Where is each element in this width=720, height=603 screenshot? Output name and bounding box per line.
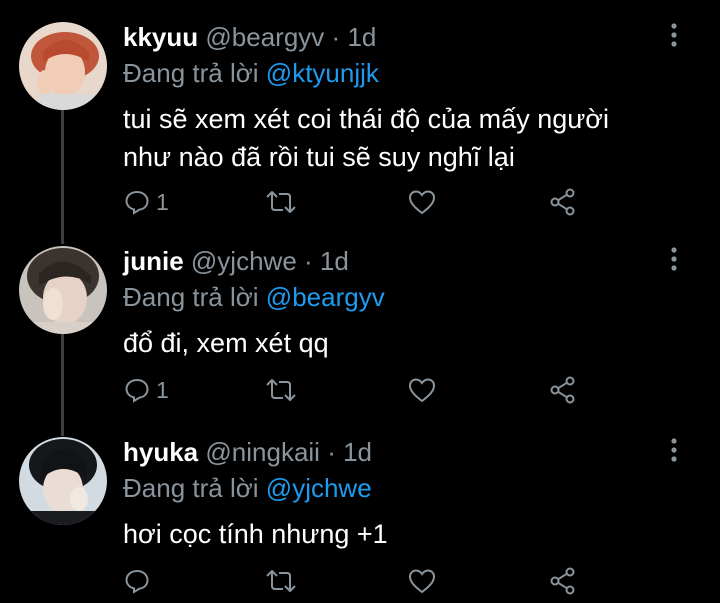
tweet-header: junie @yjchwe · 1d	[123, 246, 349, 276]
more-icon[interactable]	[664, 18, 684, 52]
user-handle[interactable]: @yjchwe	[191, 246, 297, 276]
retweet-button[interactable]	[264, 182, 298, 222]
action-bar: 1	[0, 370, 720, 410]
like-icon	[408, 190, 436, 215]
tweet-text: hơi cọc tính nhưng +1	[123, 515, 683, 553]
reply-mention-link[interactable]: @ktyunjjk	[266, 58, 379, 88]
reply-mention-link[interactable]: @beargyv	[266, 282, 385, 312]
tweet[interactable]: kkyuu @beargyv · 1d Đang trả lời @ktyunj…	[0, 22, 720, 222]
like-button[interactable]	[408, 370, 436, 410]
avatar[interactable]	[19, 22, 107, 110]
share-icon	[550, 567, 575, 595]
reply-count: 1	[156, 376, 169, 403]
like-button[interactable]	[408, 561, 436, 601]
reply-context: Đang trả lời @ktyunjjk	[123, 58, 379, 88]
tweet-text-line: như nào đã rồi tui sẽ suy nghĩ lại	[123, 142, 515, 172]
tweet[interactable]: hyuka @ningkaii · 1d Đang trả lời @yjchw…	[0, 437, 720, 603]
reply-mention-link[interactable]: @yjchwe	[266, 473, 372, 503]
tweet-text-line: hơi cọc tính nhưng +1	[123, 519, 388, 549]
share-icon	[550, 188, 575, 216]
reply-button[interactable]: 1	[124, 370, 169, 410]
retweet-button[interactable]	[264, 370, 298, 410]
tweet-text: tui sẽ xem xét coi thái độ của mấy người…	[123, 100, 683, 176]
separator-dot: ·	[327, 437, 336, 467]
user-handle[interactable]: @beargyv	[205, 22, 324, 52]
action-bar	[0, 561, 720, 601]
reply-count: 1	[156, 188, 169, 215]
retweet-icon	[266, 570, 296, 592]
reply-prefix: Đang trả lời	[123, 58, 259, 88]
reply-button[interactable]: 1	[124, 182, 169, 222]
reply-context: Đang trả lời @beargyv	[123, 282, 385, 312]
avatar[interactable]	[19, 437, 107, 525]
tweet-header: hyuka @ningkaii · 1d	[123, 437, 372, 467]
display-name[interactable]: hyuka	[123, 437, 198, 467]
tweet-text-line: đổ đi, xem xét qq	[123, 328, 329, 358]
separator-dot: ·	[304, 246, 313, 276]
retweet-icon	[266, 191, 296, 213]
reply-prefix: Đang trả lời	[123, 282, 259, 312]
separator-dot: ·	[331, 22, 341, 52]
like-icon	[408, 378, 436, 403]
tweet[interactable]: junie @yjchwe · 1d Đang trả lời @beargyv…	[0, 246, 720, 416]
like-icon	[408, 569, 436, 594]
retweet-icon	[266, 379, 296, 401]
user-handle[interactable]: @ningkaii	[205, 437, 320, 467]
share-button[interactable]	[549, 561, 577, 601]
tweet-text: đổ đi, xem xét qq	[123, 324, 683, 362]
action-bar: 1	[0, 182, 720, 222]
reply-icon	[125, 569, 149, 594]
tweet-text-line: tui sẽ xem xét coi thái độ của mấy người	[123, 104, 609, 134]
reply-context: Đang trả lời @yjchwe	[123, 473, 372, 503]
reply-icon	[125, 378, 149, 403]
display-name[interactable]: kkyuu	[123, 22, 198, 52]
avatar[interactable]	[19, 246, 107, 334]
like-button[interactable]	[408, 182, 436, 222]
reply-prefix: Đang trả lời	[123, 473, 259, 503]
retweet-button[interactable]	[264, 561, 298, 601]
more-icon[interactable]	[664, 242, 684, 276]
share-button[interactable]	[549, 182, 577, 222]
reply-button[interactable]	[124, 561, 156, 601]
share-button[interactable]	[549, 370, 577, 410]
timestamp[interactable]: 1d	[343, 437, 372, 467]
timestamp[interactable]: 1d	[347, 22, 376, 52]
tweet-header: kkyuu @beargyv · 1d	[123, 22, 376, 52]
timestamp[interactable]: 1d	[320, 246, 349, 276]
display-name[interactable]: junie	[123, 246, 184, 276]
more-icon[interactable]	[664, 433, 684, 467]
reply-icon	[125, 190, 149, 215]
share-icon	[550, 376, 575, 404]
